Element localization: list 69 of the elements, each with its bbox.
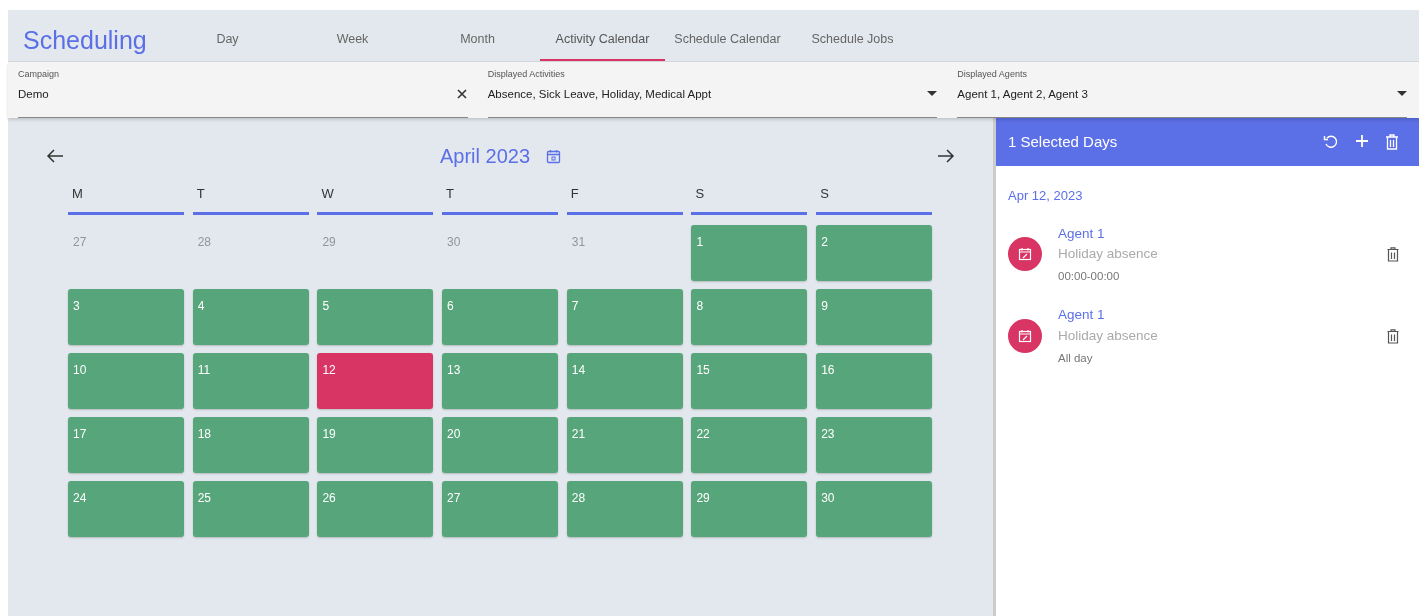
day-tile[interactable]: 4	[192, 288, 309, 345]
agent-name: Agent 1	[1058, 306, 1106, 325]
day-tile[interactable]: 14	[566, 352, 683, 409]
tab[interactable]: Schedule Jobs	[790, 10, 915, 61]
day-tile[interactable]: 9	[816, 288, 933, 345]
day-number: 31	[570, 233, 587, 251]
weekday-header: M	[68, 180, 184, 215]
clear-icon[interactable]	[455, 88, 468, 101]
day-tile[interactable]: 21	[566, 416, 683, 473]
day-tile[interactable]: 1	[691, 224, 808, 281]
day-tile[interactable]: 15	[691, 352, 808, 409]
day-number: 30	[446, 233, 462, 251]
day-tile[interactable]: 18	[192, 416, 309, 473]
event-avatar-icon	[1008, 319, 1042, 354]
field-value: Agent 1, Agent 2, Agent 3	[957, 86, 1088, 102]
agent-name: Agent 1	[1058, 224, 1106, 243]
day-tile[interactable]: 2	[816, 224, 933, 281]
field-label: Campaign	[18, 68, 61, 81]
day-tile[interactable]: 5	[317, 288, 434, 345]
weekday-header: F	[566, 180, 683, 215]
panel-title: 1 Selected Days	[1008, 131, 1118, 152]
tab[interactable]: Week	[290, 10, 415, 61]
day-number: 29	[321, 233, 337, 251]
day-tile[interactable]: 8	[691, 288, 808, 345]
day-tile[interactable]: 25	[192, 480, 309, 537]
weekday-header: T	[442, 180, 559, 215]
tab[interactable]: Day	[165, 10, 290, 61]
calendar-icon[interactable]	[546, 148, 562, 164]
day-number: 28	[196, 233, 213, 251]
activity-text: Holiday absence	[1058, 326, 1159, 345]
month-title: April 2023	[439, 144, 531, 169]
event-avatar-icon	[1008, 237, 1042, 272]
weekday-header: W	[317, 180, 434, 215]
day-tile[interactable]: 29	[691, 480, 808, 537]
weekday-header: T	[192, 180, 309, 215]
field-value: Demo	[18, 86, 49, 102]
day-tile[interactable]: 12	[317, 352, 434, 409]
caret-icon[interactable]	[1397, 91, 1407, 98]
time-text: 00:00-00:00	[1058, 269, 1121, 284]
day-tile[interactable]: 28	[566, 480, 683, 537]
day-tile[interactable]: 17	[68, 416, 184, 473]
day-tile[interactable]: 10	[68, 352, 184, 409]
day-tile[interactable]: 11	[192, 352, 309, 409]
time-text: All day	[1058, 350, 1094, 366]
day-tile[interactable]: 30	[816, 480, 933, 537]
day-tile[interactable]: 13	[442, 352, 559, 409]
day-tile[interactable]: 16	[816, 352, 933, 409]
day-tile[interactable]: 6	[442, 288, 559, 345]
app-title: Scheduling	[22, 25, 148, 56]
date-heading: Apr 12, 2023	[1007, 187, 1084, 205]
day-tile[interactable]: 3	[68, 288, 184, 345]
tab[interactable]: Schedule Calendar	[665, 10, 790, 61]
day-tile[interactable]: 27	[442, 480, 559, 537]
day-tile[interactable]: 23	[816, 416, 933, 473]
activity-text: Holiday absence	[1058, 244, 1159, 263]
day-tile[interactable]: 7	[566, 288, 683, 345]
weekday-header: S	[691, 180, 808, 215]
day-number: 27	[72, 233, 88, 251]
field-label: Displayed Activities	[487, 68, 566, 81]
day-tile[interactable]: 22	[691, 416, 808, 473]
day-tile[interactable]: 24	[68, 480, 184, 537]
caret-icon[interactable]	[927, 91, 938, 98]
weekday-header: S	[816, 180, 933, 215]
day-tile[interactable]: 26	[317, 480, 434, 537]
field-label: Displayed Agents	[957, 68, 1028, 81]
day-tile[interactable]: 19	[317, 416, 434, 473]
tab[interactable]: Month	[415, 10, 540, 61]
field-value: Absence, Sick Leave, Holiday, Medical Appt	[487, 86, 712, 102]
day-tile[interactable]: 20	[442, 416, 559, 473]
